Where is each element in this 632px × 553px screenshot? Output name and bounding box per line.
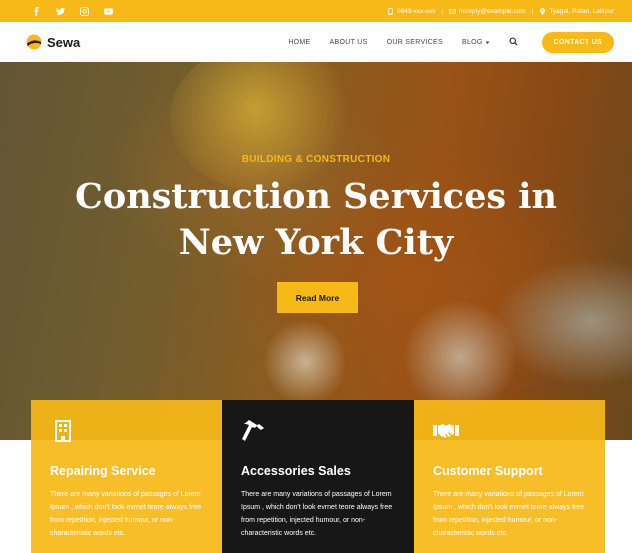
address-text: Tyagal, Patan, Lalitpur [549,7,614,15]
read-more-button[interactable]: Read More [277,282,358,313]
service-title: Accessories Sales [241,464,351,478]
service-card-repairing[interactable]: Repairing Service There are many variati… [31,400,222,553]
service-cards: Repairing Service There are many variati… [31,400,605,553]
separator: | [531,7,534,15]
hammer-icon [242,420,264,441]
phone-contact[interactable]: 9849-xxx-xxx [387,7,436,15]
nav-blog-label: BLOG [461,38,483,46]
service-title: Repairing Service [50,464,156,478]
service-title: Customer Support [433,464,543,478]
nav-about-us[interactable]: ABOUT US [330,39,368,46]
service-description: There are many variations of passages of… [50,491,202,537]
email-icon [449,8,457,14]
service-description: There are many variations of passages of… [433,491,585,537]
search-icon[interactable] [509,36,518,48]
social-links [26,1,118,21]
logo-text: Sewa [47,34,81,50]
service-description: There are many variations of passages of… [241,491,393,537]
separator: | [441,7,444,15]
twitter-icon[interactable] [50,1,70,21]
logo-icon [26,34,42,50]
phone-icon [388,7,393,15]
building-icon [55,420,71,442]
contact-us-button[interactable]: CONTACT US [541,31,614,53]
phone-number: 9849-xxx-xxx [397,7,436,15]
nav-blog[interactable]: BLOG [462,39,490,46]
map-pin-icon [540,7,546,15]
service-card-support[interactable]: Customer Support There are many variatio… [414,400,605,553]
facebook-icon[interactable] [26,1,46,21]
address-contact: Tyagal, Patan, Lalitpur [539,7,614,15]
top-bar: 9849-xxx-xxx | noreply@example.com | Tya… [0,0,632,22]
handshake-icon [433,424,459,438]
email-address: noreply@example.com [459,7,526,15]
nav-home[interactable]: HOME [288,39,310,46]
nav-our-services[interactable]: OUR SERVICES [387,39,443,46]
service-card-accessories[interactable]: Accessories Sales There are many variati… [222,400,414,553]
main-nav: HOME ABOUT US OUR SERVICES BLOG CONTACT … [288,31,614,53]
hero-banner: BUILDING & CONSTRUCTION Construction Ser… [0,62,632,440]
hero-title: Construction Services in New York City [75,176,557,263]
hero-kicker: BUILDING & CONSTRUCTION [241,154,391,165]
contact-info: 9849-xxx-xxx | noreply@example.com | Tya… [387,7,614,15]
chevron-down-icon [485,41,490,44]
logo[interactable]: Sewa [26,34,80,50]
site-header: Sewa HOME ABOUT US OUR SERVICES BLOG CON… [0,22,632,62]
instagram-icon[interactable] [74,1,94,21]
youtube-icon[interactable] [98,1,118,21]
email-contact[interactable]: noreply@example.com [449,8,526,15]
